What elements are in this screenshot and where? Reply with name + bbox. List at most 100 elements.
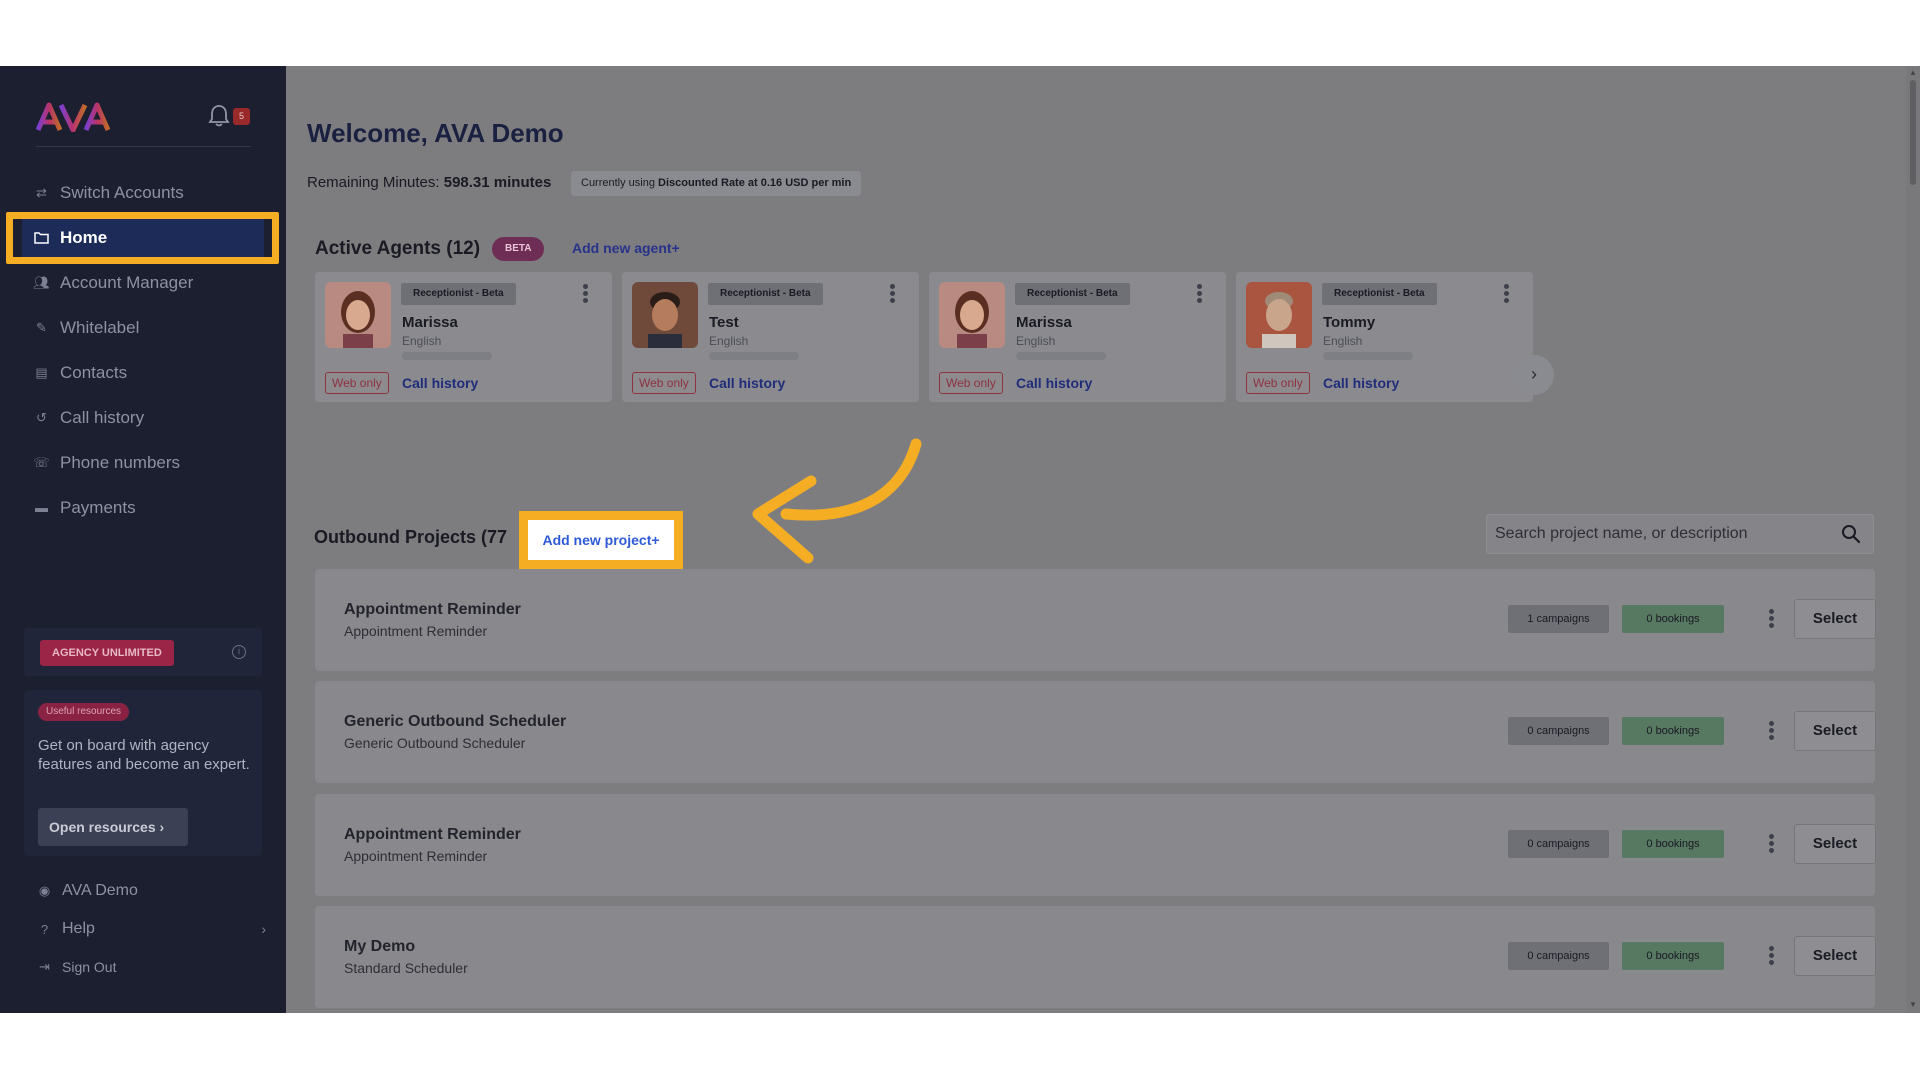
project-subtitle: Standard Scheduler: [344, 960, 468, 976]
bookings-count: 0 bookings: [1622, 830, 1724, 858]
open-resources-label: Open resources: [49, 819, 156, 835]
sidebar-item-switch-accounts[interactable]: ⇄ Switch Accounts: [0, 170, 286, 215]
sidebar-item-whitelabel[interactable]: ✎ Whitelabel: [0, 305, 286, 350]
project-row[interactable]: My Demo Standard Scheduler 0 campaigns 0…: [315, 906, 1876, 1008]
resources-text: Get on board with agency features and be…: [38, 737, 250, 773]
add-project-button[interactable]: Add new project+: [528, 520, 674, 560]
bookings-count: 0 bookings: [1622, 717, 1724, 745]
scroll-down-icon[interactable]: ▼: [1909, 1000, 1917, 1009]
search-input[interactable]: [1495, 515, 1825, 553]
add-agent-link[interactable]: Add new agent+: [572, 240, 680, 256]
call-history-link[interactable]: Call history: [1016, 375, 1092, 391]
project-row[interactable]: Appointment Reminder Appointment Reminde…: [315, 569, 1876, 671]
search-icon[interactable]: [1841, 524, 1861, 544]
chevron-right-icon: ›: [1531, 364, 1537, 384]
agent-card[interactable]: Receptionist - Beta Marissa English Web …: [315, 272, 612, 402]
project-search: [1486, 514, 1874, 554]
call-history-link[interactable]: Call history: [402, 375, 478, 391]
folder-icon: [33, 229, 50, 246]
rate-pill: Currently using Discounted Rate at 0.16 …: [571, 171, 862, 196]
ava-logo[interactable]: [36, 102, 110, 132]
remaining-label: Remaining Minutes:: [307, 174, 440, 191]
resources-card: Useful resources Get on board with agenc…: [24, 690, 262, 856]
history-icon: ↺: [36, 409, 47, 425]
campaigns-count: 1 campaigns: [1508, 605, 1609, 633]
sidebar-item-label: Switch Accounts: [60, 182, 184, 202]
select-button[interactable]: Select: [1794, 711, 1876, 751]
agent-card[interactable]: Receptionist - Beta Tommy English Web on…: [1236, 272, 1533, 402]
swap-icon: ⇄: [36, 184, 47, 200]
contact-book-icon: ▤: [35, 364, 48, 380]
project-row[interactable]: Appointment Reminder Appointment Reminde…: [315, 794, 1876, 896]
project-subtitle: Appointment Reminder: [344, 848, 488, 864]
phone-icon: ☏: [33, 454, 50, 470]
sign-out-icon: ⇥: [39, 959, 50, 974]
agent-card[interactable]: Receptionist - Beta Test English Web onl…: [622, 272, 919, 402]
more-options-icon[interactable]: [890, 284, 896, 306]
card-icon: ▬: [35, 500, 48, 515]
app-window: 5 ⇄ Switch Accounts Home 👥︎ Account Mana: [0, 66, 1920, 1013]
call-history-link[interactable]: Call history: [1323, 375, 1399, 391]
sidebar-item-sign-out[interactable]: ⇥ Sign Out: [36, 948, 266, 986]
main-content: Welcome, AVA Demo Remaining Minutes: 598…: [286, 66, 1920, 1013]
sidebar: 5 ⇄ Switch Accounts Home 👥︎ Account Mana: [0, 66, 286, 1013]
more-options-icon[interactable]: [1769, 946, 1775, 968]
sidebar-item-label: Help: [62, 920, 95, 937]
chevron-right-icon: ›: [261, 921, 266, 937]
select-button[interactable]: Select: [1794, 824, 1876, 864]
sidebar-item-home[interactable]: Home: [0, 212, 286, 264]
agent-name: Test: [709, 314, 739, 331]
sidebar-item-phone-numbers[interactable]: ☏ Phone numbers: [0, 440, 286, 485]
more-options-icon[interactable]: [1197, 284, 1203, 306]
project-row[interactable]: Generic Outbound Scheduler Generic Outbo…: [315, 681, 1876, 783]
more-options-icon[interactable]: [1769, 721, 1775, 743]
agent-avatar: [325, 282, 391, 348]
agent-name: Marissa: [402, 314, 458, 331]
help-icon: ?: [40, 921, 49, 937]
open-resources-button[interactable]: Open resources ›: [38, 808, 188, 846]
agent-avatar: [632, 282, 698, 348]
agent-language: English: [1323, 334, 1363, 348]
more-options-icon[interactable]: [583, 284, 589, 306]
scroll-up-icon[interactable]: ▲: [1909, 68, 1917, 77]
carousel-next-button[interactable]: ›: [1514, 355, 1554, 395]
divider: [36, 146, 251, 147]
agent-role-badge: Receptionist - Beta: [708, 283, 823, 305]
select-button[interactable]: Select: [1794, 599, 1876, 639]
call-history-link[interactable]: Call history: [709, 375, 785, 391]
campaigns-count: 0 campaigns: [1508, 717, 1609, 745]
sidebar-item-help[interactable]: ? Help ›: [36, 910, 266, 948]
sidebar-item-label: AVA Demo: [62, 882, 138, 899]
bell-icon[interactable]: [208, 104, 230, 128]
agent-name: Marissa: [1016, 314, 1072, 331]
sidebar-item-payments[interactable]: ▬ Payments: [0, 485, 286, 530]
plan-badge: AGENCY UNLIMITED: [40, 640, 174, 666]
user-circle-icon: ◉: [38, 883, 51, 898]
more-options-icon[interactable]: [1769, 834, 1775, 856]
sidebar-item-label: Whitelabel: [60, 317, 140, 337]
sidebar-item-account-manager[interactable]: 👥︎ Account Manager: [0, 260, 286, 305]
sidebar-item-call-history[interactable]: ↺ Call history: [0, 395, 286, 440]
agent-card[interactable]: Receptionist - Beta Marissa English Web …: [929, 272, 1226, 402]
agent-language: English: [709, 334, 749, 348]
agent-language: English: [1016, 334, 1056, 348]
agent-avatar: [1246, 282, 1312, 348]
beta-badge: BETA: [492, 237, 545, 261]
agent-role-badge: Receptionist - Beta: [1322, 283, 1437, 305]
bookings-count: 0 bookings: [1622, 605, 1724, 633]
project-title: Appointment Reminder: [344, 826, 521, 843]
sidebar-nav: ⇄ Switch Accounts Home 👥︎ Account Manage…: [0, 170, 286, 530]
more-options-icon[interactable]: [1504, 284, 1510, 306]
scroll-thumb[interactable]: [1910, 80, 1916, 185]
vertical-scrollbar[interactable]: ▲ ▼: [1906, 66, 1920, 1013]
agent-language: English: [402, 334, 442, 348]
sidebar-item-profile[interactable]: ◉ AVA Demo: [36, 872, 266, 910]
annotation-arrow: [752, 438, 922, 564]
info-icon[interactable]: i: [232, 645, 246, 659]
more-options-icon[interactable]: [1769, 609, 1775, 631]
sidebar-bottom-nav: ◉ AVA Demo ? Help › ⇥ Sign Out: [36, 872, 266, 986]
sidebar-item-contacts[interactable]: ▤ Contacts: [0, 350, 286, 395]
sidebar-item-label: Contacts: [60, 362, 128, 382]
rate-value: Discounted Rate at 0.16 USD per min: [658, 177, 852, 189]
select-button[interactable]: Select: [1794, 936, 1876, 976]
